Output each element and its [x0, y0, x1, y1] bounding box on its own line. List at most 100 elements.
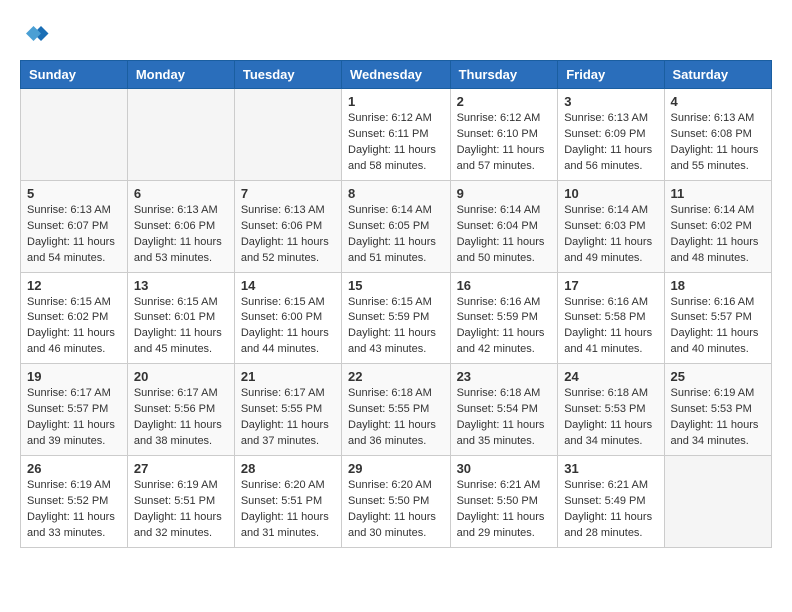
- day-number: 18: [671, 278, 765, 293]
- day-info: Sunrise: 6:12 AMSunset: 6:10 PMDaylight:…: [457, 111, 552, 175]
- day-number: 1: [348, 94, 444, 109]
- calendar-cell: 13 Sunrise: 6:15 AMSunset: 6:01 PMDayligh…: [127, 272, 234, 364]
- day-info: Sunrise: 6:17 AMSunset: 5:57 PMDaylight:…: [27, 386, 121, 450]
- day-info: Sunrise: 6:21 AMSunset: 5:50 PMDaylight:…: [457, 478, 552, 542]
- day-number: 16: [457, 278, 552, 293]
- weekday-header: Thursday: [450, 61, 558, 89]
- calendar-cell: 27 Sunrise: 6:19 AMSunset: 5:51 PMDayligh…: [127, 456, 234, 548]
- calendar-cell: 22 Sunrise: 6:18 AMSunset: 5:55 PMDayligh…: [342, 364, 451, 456]
- day-number: 23: [457, 369, 552, 384]
- day-number: 28: [241, 461, 335, 476]
- day-info: Sunrise: 6:17 AMSunset: 5:55 PMDaylight:…: [241, 386, 335, 450]
- day-info: Sunrise: 6:13 AMSunset: 6:07 PMDaylight:…: [27, 203, 121, 267]
- day-info: Sunrise: 6:21 AMSunset: 5:49 PMDaylight:…: [564, 478, 657, 542]
- day-info: Sunrise: 6:19 AMSunset: 5:53 PMDaylight:…: [671, 386, 765, 450]
- day-number: 2: [457, 94, 552, 109]
- calendar-cell: 18 Sunrise: 6:16 AMSunset: 5:57 PMDayligh…: [664, 272, 771, 364]
- day-info: Sunrise: 6:14 AMSunset: 6:05 PMDaylight:…: [348, 203, 444, 267]
- day-info: Sunrise: 6:12 AMSunset: 6:11 PMDaylight:…: [348, 111, 444, 175]
- day-info: Sunrise: 6:18 AMSunset: 5:53 PMDaylight:…: [564, 386, 657, 450]
- logo: [20, 20, 54, 50]
- calendar-cell: 14 Sunrise: 6:15 AMSunset: 6:00 PMDayligh…: [234, 272, 341, 364]
- day-info: Sunrise: 6:14 AMSunset: 6:02 PMDaylight:…: [671, 203, 765, 267]
- day-number: 8: [348, 186, 444, 201]
- calendar-cell: 10 Sunrise: 6:14 AMSunset: 6:03 PMDayligh…: [558, 180, 664, 272]
- calendar-cell: 2 Sunrise: 6:12 AMSunset: 6:10 PMDaylight…: [450, 89, 558, 181]
- calendar-cell: 25 Sunrise: 6:19 AMSunset: 5:53 PMDayligh…: [664, 364, 771, 456]
- day-info: Sunrise: 6:20 AMSunset: 5:50 PMDaylight:…: [348, 478, 444, 542]
- day-info: Sunrise: 6:13 AMSunset: 6:08 PMDaylight:…: [671, 111, 765, 175]
- day-info: Sunrise: 6:16 AMSunset: 5:58 PMDaylight:…: [564, 295, 657, 359]
- calendar-week-row: 5 Sunrise: 6:13 AMSunset: 6:07 PMDaylight…: [21, 180, 772, 272]
- day-number: 27: [134, 461, 228, 476]
- calendar-cell: 8 Sunrise: 6:14 AMSunset: 6:05 PMDaylight…: [342, 180, 451, 272]
- day-info: Sunrise: 6:13 AMSunset: 6:09 PMDaylight:…: [564, 111, 657, 175]
- day-info: Sunrise: 6:18 AMSunset: 5:55 PMDaylight:…: [348, 386, 444, 450]
- weekday-header: Sunday: [21, 61, 128, 89]
- day-number: 22: [348, 369, 444, 384]
- calendar-cell: 24 Sunrise: 6:18 AMSunset: 5:53 PMDayligh…: [558, 364, 664, 456]
- day-info: Sunrise: 6:18 AMSunset: 5:54 PMDaylight:…: [457, 386, 552, 450]
- calendar-cell: [664, 456, 771, 548]
- calendar-cell: 30 Sunrise: 6:21 AMSunset: 5:50 PMDayligh…: [450, 456, 558, 548]
- day-number: 6: [134, 186, 228, 201]
- day-number: 25: [671, 369, 765, 384]
- day-info: Sunrise: 6:16 AMSunset: 5:57 PMDaylight:…: [671, 295, 765, 359]
- day-number: 3: [564, 94, 657, 109]
- calendar-cell: 3 Sunrise: 6:13 AMSunset: 6:09 PMDaylight…: [558, 89, 664, 181]
- day-info: Sunrise: 6:15 AMSunset: 6:01 PMDaylight:…: [134, 295, 228, 359]
- day-number: 19: [27, 369, 121, 384]
- day-number: 10: [564, 186, 657, 201]
- calendar-cell: 28 Sunrise: 6:20 AMSunset: 5:51 PMDayligh…: [234, 456, 341, 548]
- day-info: Sunrise: 6:13 AMSunset: 6:06 PMDaylight:…: [241, 203, 335, 267]
- weekday-header: Monday: [127, 61, 234, 89]
- calendar-cell: 29 Sunrise: 6:20 AMSunset: 5:50 PMDayligh…: [342, 456, 451, 548]
- day-number: 24: [564, 369, 657, 384]
- day-info: Sunrise: 6:15 AMSunset: 6:00 PMDaylight:…: [241, 295, 335, 359]
- calendar-week-row: 1 Sunrise: 6:12 AMSunset: 6:11 PMDaylight…: [21, 89, 772, 181]
- calendar-cell: 23 Sunrise: 6:18 AMSunset: 5:54 PMDayligh…: [450, 364, 558, 456]
- day-number: 15: [348, 278, 444, 293]
- calendar-cell: 6 Sunrise: 6:13 AMSunset: 6:06 PMDaylight…: [127, 180, 234, 272]
- calendar-table: SundayMondayTuesdayWednesdayThursdayFrid…: [20, 60, 772, 548]
- day-number: 13: [134, 278, 228, 293]
- calendar-cell: 1 Sunrise: 6:12 AMSunset: 6:11 PMDaylight…: [342, 89, 451, 181]
- calendar-week-row: 26Sunrise: 6:19 AMSunset: 5:52 PMDayligh…: [21, 456, 772, 548]
- day-number: 21: [241, 369, 335, 384]
- day-number: 11: [671, 186, 765, 201]
- calendar-cell: 17 Sunrise: 6:16 AMSunset: 5:58 PMDayligh…: [558, 272, 664, 364]
- day-info: Sunrise: 6:13 AMSunset: 6:06 PMDaylight:…: [134, 203, 228, 267]
- calendar-week-row: 19 Sunrise: 6:17 AMSunset: 5:57 PMDayligh…: [21, 364, 772, 456]
- calendar-cell: 9Sunrise: 6:14 AMSunset: 6:04 PMDaylight…: [450, 180, 558, 272]
- day-number: 12: [27, 278, 121, 293]
- calendar-cell: [127, 89, 234, 181]
- calendar-cell: 26Sunrise: 6:19 AMSunset: 5:52 PMDayligh…: [21, 456, 128, 548]
- logo-icon: [20, 20, 50, 50]
- calendar-cell: 11 Sunrise: 6:14 AMSunset: 6:02 PMDayligh…: [664, 180, 771, 272]
- day-info: Sunrise: 6:14 AMSunset: 6:03 PMDaylight:…: [564, 203, 657, 267]
- day-number: 7: [241, 186, 335, 201]
- weekday-header: Tuesday: [234, 61, 341, 89]
- day-info: Sunrise: 6:17 AMSunset: 5:56 PMDaylight:…: [134, 386, 228, 450]
- day-number: 29: [348, 461, 444, 476]
- calendar-cell: 7 Sunrise: 6:13 AMSunset: 6:06 PMDaylight…: [234, 180, 341, 272]
- calendar-cell: 16Sunrise: 6:16 AMSunset: 5:59 PMDayligh…: [450, 272, 558, 364]
- day-number: 30: [457, 461, 552, 476]
- day-number: 5: [27, 186, 121, 201]
- page-header: [20, 20, 772, 50]
- weekday-header: Wednesday: [342, 61, 451, 89]
- day-number: 31: [564, 461, 657, 476]
- weekday-header: Friday: [558, 61, 664, 89]
- day-number: 4: [671, 94, 765, 109]
- day-info: Sunrise: 6:20 AMSunset: 5:51 PMDaylight:…: [241, 478, 335, 542]
- calendar-cell: [234, 89, 341, 181]
- day-info: Sunrise: 6:19 AMSunset: 5:51 PMDaylight:…: [134, 478, 228, 542]
- day-info: Sunrise: 6:15 AMSunset: 5:59 PMDaylight:…: [348, 295, 444, 359]
- day-number: 17: [564, 278, 657, 293]
- day-info: Sunrise: 6:14 AMSunset: 6:04 PMDaylight:…: [457, 203, 552, 267]
- day-info: Sunrise: 6:15 AMSunset: 6:02 PMDaylight:…: [27, 295, 121, 359]
- calendar-cell: 4 Sunrise: 6:13 AMSunset: 6:08 PMDaylight…: [664, 89, 771, 181]
- calendar-cell: 5 Sunrise: 6:13 AMSunset: 6:07 PMDaylight…: [21, 180, 128, 272]
- calendar-cell: 21 Sunrise: 6:17 AMSunset: 5:55 PMDayligh…: [234, 364, 341, 456]
- day-number: 14: [241, 278, 335, 293]
